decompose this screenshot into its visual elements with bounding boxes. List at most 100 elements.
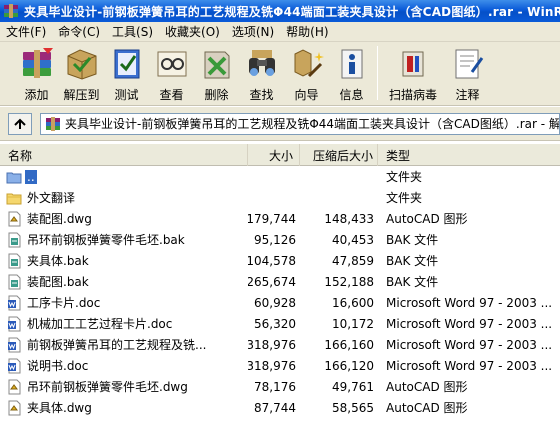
file-row[interactable]: 前钢板弹簧吊耳的工艺规程及铣... 318,976 166,160 Microsoft… (0, 334, 560, 355)
file-type: Microsoft Word 97 - 2003 ... (386, 358, 553, 373)
file-name: 装配图.dwg (27, 212, 92, 226)
file-packed-size: 148,433 (324, 211, 374, 226)
file-size: 179,744 (248, 211, 296, 226)
column-header-type[interactable]: 类型 (378, 144, 560, 166)
file-row[interactable]: 夹具体.bak 104,578 47,859 BAK 文件 (0, 250, 560, 271)
word-doc-icon (8, 316, 21, 331)
file-packed-size: 16,600 (332, 295, 374, 310)
file-packed-size: 152,188 (324, 274, 374, 289)
file-name: 吊环前钢板弹簧零件毛坯.dwg (27, 380, 188, 394)
test-button[interactable]: 测试 (104, 42, 149, 104)
file-name-cell: 前钢板弹簧吊耳的工艺规程及铣... (6, 334, 246, 355)
title-bar: 夹具毕业设计-前钢板弹簧吊耳的工艺规程及铣Φ44端面工装夹具设计（含CAD图纸）… (0, 0, 560, 22)
file-row[interactable]: 说明书.doc 318,976 166,120 Microsoft Word 97 -… (0, 355, 560, 376)
toolbar: 添加 解压到 测试 查看 删除 查找 向导 信息 扫描病毒 注释 (0, 42, 560, 106)
file-size (248, 187, 296, 208)
file-packed-size: 10,172 (332, 316, 374, 331)
file-packed-size: 166,120 (324, 358, 374, 373)
virus-scan-label: 扫描病毒 (388, 88, 437, 102)
info-button[interactable]: 信息 (329, 42, 374, 104)
dwg-file-icon (8, 400, 21, 415)
file-type: 文件夹 (386, 170, 423, 184)
info-label: 信息 (339, 88, 364, 102)
column-header-name[interactable]: 名称 (0, 144, 248, 166)
file-type: AutoCAD 图形 (386, 380, 468, 394)
file-type: AutoCAD 图形 (386, 212, 468, 226)
word-doc-icon (8, 358, 21, 373)
dwg-file-icon (8, 379, 21, 394)
menu-bar: 文件(F) 命令(C) 工具(S) 收藏夹(O) 选项(N) 帮助(H) (0, 22, 560, 42)
file-size: 60,928 (254, 295, 296, 310)
file-row[interactable]: 机械加工工艺过程卡片.doc 56,320 10,172 Microsoft Word… (0, 313, 560, 334)
file-name: 夹具体.dwg (27, 401, 92, 415)
file-row[interactable]: 工序卡片.doc 60,928 16,600 Microsoft Word 97 - … (0, 292, 560, 313)
file-row[interactable]: 装配图.bak 265,674 152,188 BAK 文件 (0, 271, 560, 292)
file-name-cell: 夹具体.bak (6, 250, 246, 271)
extract-to-button[interactable]: 解压到 (59, 42, 104, 104)
bak-file-icon (8, 274, 21, 289)
up-folder-button[interactable] (8, 112, 32, 135)
file-row[interactable]: .. 文件夹 (0, 166, 560, 187)
file-size: 318,976 (248, 337, 296, 352)
file-name-cell: 工序卡片.doc (6, 292, 246, 313)
wizard-button[interactable]: 向导 (284, 42, 329, 104)
path-bar: 夹具毕业设计-前钢板弹簧吊耳的工艺规程及铣Φ44端面工装夹具设计（含CAD图纸）… (0, 107, 560, 141)
virus-scan-button[interactable]: 扫描病毒 (381, 42, 445, 104)
archive-path-field[interactable]: 夹具毕业设计-前钢板弹簧吊耳的工艺规程及铣Φ44端面工装夹具设计（含CAD图纸）… (40, 112, 560, 135)
menu-favorites[interactable]: 收藏夹(O) (159, 23, 226, 40)
menu-help[interactable]: 帮助(H) (280, 23, 334, 40)
column-header-packed[interactable]: 压缩后大小 (300, 144, 378, 166)
file-list: .. 文件夹 外文翻译 文件夹 装配图.dwg 179,744 148,433 AutoCAD… (0, 166, 560, 426)
view-icon (157, 51, 186, 77)
file-packed-size: 40,453 (332, 232, 374, 247)
view-button[interactable]: 查看 (149, 42, 194, 104)
menu-file[interactable]: 文件(F) (0, 23, 52, 40)
rar-archive-icon (46, 116, 60, 131)
extract-to-label: 解压到 (63, 88, 100, 102)
file-name: 机械加工工艺过程卡片.doc (27, 317, 173, 331)
file-name: 前钢板弹簧吊耳的工艺规程及铣... (27, 338, 207, 352)
add-button[interactable]: 添加 (14, 42, 59, 104)
file-name: 吊环前钢板弹簧零件毛坯.bak (27, 233, 185, 247)
find-icon (248, 50, 275, 76)
extract-to-icon (67, 49, 96, 80)
file-type: Microsoft Word 97 - 2003 ... (386, 316, 553, 331)
file-size: 265,674 (248, 274, 296, 289)
delete-icon (204, 51, 229, 79)
file-type: Microsoft Word 97 - 2003 ... (386, 337, 553, 352)
file-size: 78,176 (254, 379, 296, 394)
file-type: BAK 文件 (386, 275, 439, 289)
file-type: BAK 文件 (386, 254, 439, 268)
column-header-size[interactable]: 大小 (248, 144, 300, 166)
file-row[interactable]: 外文翻译 文件夹 (0, 187, 560, 208)
add-archive-icon (22, 48, 53, 78)
file-name: 夹具体.bak (27, 254, 89, 268)
file-name-cell: 夹具体.dwg (6, 397, 246, 418)
delete-button[interactable]: 删除 (194, 42, 239, 104)
menu-tools[interactable]: 工具(S) (106, 23, 159, 40)
file-name: 外文翻译 (27, 191, 76, 205)
file-name-cell: 说明书.doc (6, 355, 246, 376)
archive-path-text: 夹具毕业设计-前钢板弹簧吊耳的工艺规程及铣Φ44端面工装夹具设计（含CAD图纸）… (65, 117, 560, 131)
file-row[interactable]: 装配图.dwg 179,744 148,433 AutoCAD 图形 (0, 208, 560, 229)
file-packed-size: 47,859 (332, 253, 374, 268)
toolbar-separator (377, 46, 378, 100)
file-row[interactable]: 夹具体.dwg 87,744 58,565 AutoCAD 图形 (0, 397, 560, 418)
file-name-cell: 吊环前钢板弹簧零件毛坯.dwg (6, 376, 246, 397)
dwg-file-icon (8, 211, 21, 226)
menu-commands[interactable]: 命令(C) (52, 23, 106, 40)
comment-button[interactable]: 注释 (445, 42, 490, 104)
find-label: 查找 (249, 88, 274, 102)
winrar-app-icon (4, 4, 18, 18)
file-row[interactable]: 吊环前钢板弹簧零件毛坯.bak 95,126 40,453 BAK 文件 (0, 229, 560, 250)
file-size: 95,126 (254, 232, 296, 247)
file-size: 87,744 (254, 400, 296, 415)
file-name-cell: 吊环前钢板弹簧零件毛坯.bak (6, 229, 246, 250)
file-name: 说明书.doc (27, 359, 89, 373)
up-arrow-icon (14, 118, 26, 129)
file-size (248, 166, 296, 187)
menu-options[interactable]: 选项(N) (226, 23, 280, 40)
find-button[interactable]: 查找 (239, 42, 284, 104)
file-row[interactable]: 吊环前钢板弹簧零件毛坯.dwg 78,176 49,761 AutoCAD 图形 (0, 376, 560, 397)
file-packed-size: 49,761 (332, 379, 374, 394)
